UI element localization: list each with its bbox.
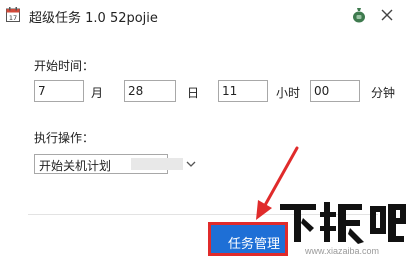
month-input[interactable]: 7 [34, 80, 84, 102]
calendar-icon: 17 [6, 7, 20, 22]
operation-select-value: 开始关机计划 [39, 159, 112, 173]
minute-input[interactable]: 00 [310, 80, 360, 102]
day-input[interactable]: 28 [124, 80, 176, 102]
day-unit-label: 日 [187, 86, 200, 100]
bag-icon[interactable] [351, 7, 367, 23]
close-icon[interactable] [378, 6, 396, 24]
minute-unit-label: 分钟 [371, 86, 396, 100]
hour-input[interactable]: 11 [218, 80, 268, 102]
chevron-down-icon[interactable] [185, 159, 197, 169]
start-time-label: 开始时间： [34, 59, 95, 73]
calendar-icon-number: 17 [9, 14, 17, 22]
month-unit-label: 月 [91, 86, 104, 100]
watermark-domain: www.xiazaiba.com [304, 246, 380, 256]
operation-select[interactable]: 开始关机计划 [34, 154, 196, 174]
window-title: 超级任务 1.0 52pojie [29, 11, 158, 26]
operation-label: 执行操作： [34, 131, 95, 145]
hour-unit-label: 小时 [276, 86, 301, 100]
operation-select-shade [131, 158, 183, 170]
title-bar: 17 超级任务 1.0 52pojie [0, 0, 412, 30]
watermark: www.xiazaiba.com [272, 198, 412, 260]
watermark-logo [280, 202, 406, 244]
